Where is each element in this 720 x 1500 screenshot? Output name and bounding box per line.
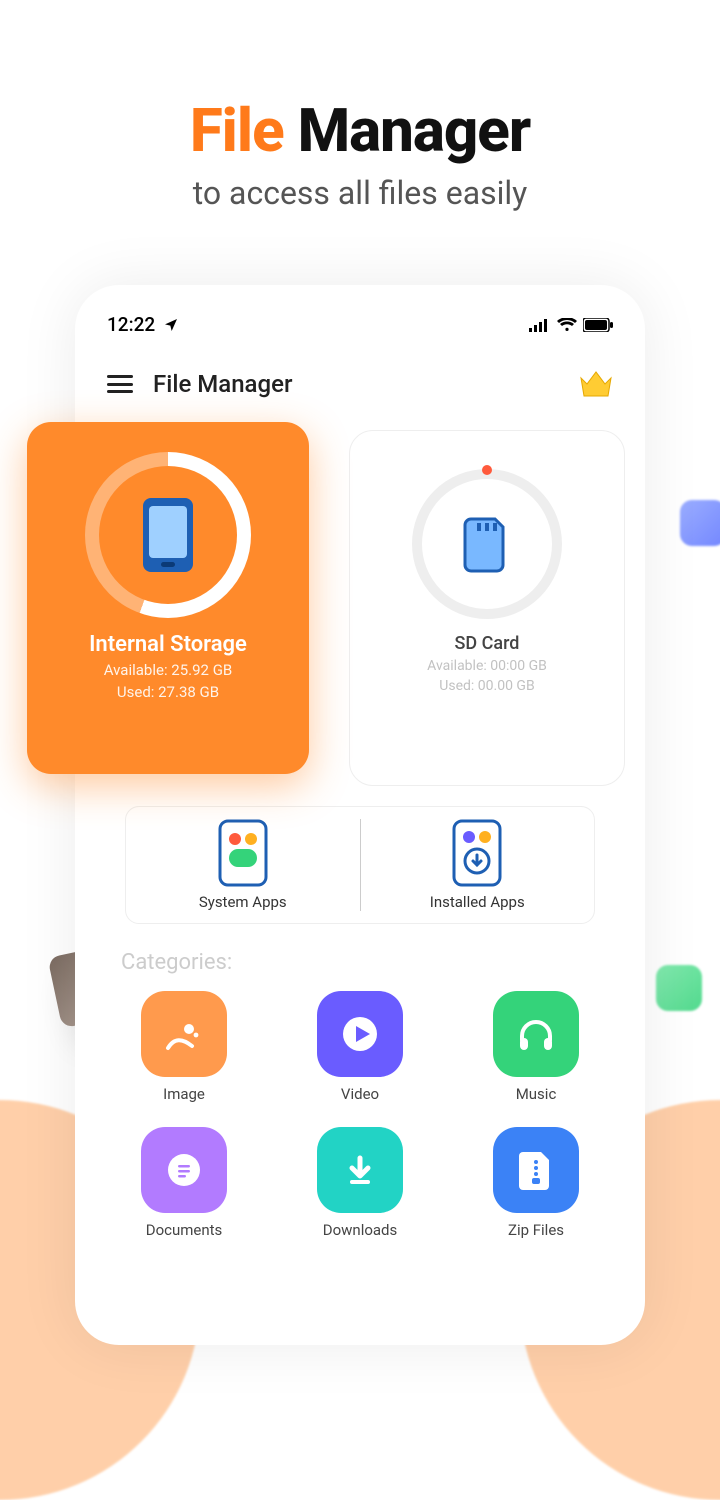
internal-storage-title: Internal Storage <box>27 632 309 657</box>
phone-device-icon <box>139 496 197 574</box>
hero-title-main: Manager <box>284 95 531 166</box>
internal-storage-card[interactable]: Internal Storage Available: 25.92 GB Use… <box>27 422 309 774</box>
hero-title-accent: File <box>190 95 284 166</box>
sd-card-title: SD Card <box>350 633 624 654</box>
status-bar: 12:22 <box>97 307 623 336</box>
system-apps-label: System Apps <box>126 893 360 911</box>
category-music[interactable]: Music <box>463 991 609 1103</box>
usage-ring-icon <box>85 452 251 618</box>
download-icon <box>340 1150 380 1190</box>
category-documents[interactable]: Documents <box>111 1127 257 1239</box>
decorative-chip <box>680 500 720 546</box>
headphones-icon <box>514 1012 558 1056</box>
wifi-icon <box>557 318 577 332</box>
category-image[interactable]: Image <box>111 991 257 1103</box>
image-icon <box>162 1012 206 1056</box>
decorative-chip <box>656 965 702 1011</box>
sd-card-icon <box>463 515 511 573</box>
hero: File Manager to access all files easily <box>0 0 720 212</box>
cellular-signal-icon <box>529 318 551 332</box>
location-arrow-icon <box>163 317 179 333</box>
phone-frame: 12:22 File Manager Inter <box>75 285 645 1345</box>
category-video[interactable]: Video <box>287 991 433 1103</box>
category-zip[interactable]: Zip Files <box>463 1127 609 1239</box>
app-title: File Manager <box>153 370 559 398</box>
apps-row: System Apps Installed Apps <box>125 806 595 924</box>
category-label: Video <box>287 1085 433 1103</box>
category-label: Documents <box>111 1221 257 1239</box>
hero-title: File Manager <box>0 95 720 166</box>
document-icon <box>164 1150 204 1190</box>
installed-apps-button[interactable]: Installed Apps <box>361 819 595 911</box>
categories-grid: Image Video Music Documents Downloads <box>97 981 623 1239</box>
category-downloads[interactable]: Downloads <box>287 1127 433 1239</box>
storage-row: Internal Storage Available: 25.92 GB Use… <box>97 428 623 798</box>
category-label: Image <box>111 1085 257 1103</box>
installed-apps-icon <box>448 819 506 887</box>
play-icon <box>340 1014 380 1054</box>
category-label: Music <box>463 1085 609 1103</box>
sd-card-available: Available: 00:00 GB <box>350 658 624 674</box>
status-time: 12:22 <box>107 313 155 336</box>
system-apps-button[interactable]: System Apps <box>126 819 360 911</box>
internal-storage-available: Available: 25.92 GB <box>27 661 309 679</box>
battery-icon <box>583 318 613 332</box>
menu-icon[interactable] <box>107 375 133 393</box>
installed-apps-label: Installed Apps <box>361 893 595 911</box>
app-bar: File Manager <box>97 336 623 416</box>
category-label: Zip Files <box>463 1221 609 1239</box>
zip-file-icon <box>517 1148 555 1192</box>
sd-card-used: Used: 00.00 GB <box>350 678 624 694</box>
usage-ring-icon <box>412 469 562 619</box>
system-apps-icon <box>214 819 272 887</box>
category-label: Downloads <box>287 1221 433 1239</box>
sd-card-card[interactable]: SD Card Available: 00:00 GB Used: 00.00 … <box>349 430 625 786</box>
hero-subtitle: to access all files easily <box>0 174 720 212</box>
categories-heading: Categories: <box>97 924 623 981</box>
internal-storage-used: Used: 27.38 GB <box>27 683 309 701</box>
premium-crown-icon[interactable] <box>579 370 613 398</box>
